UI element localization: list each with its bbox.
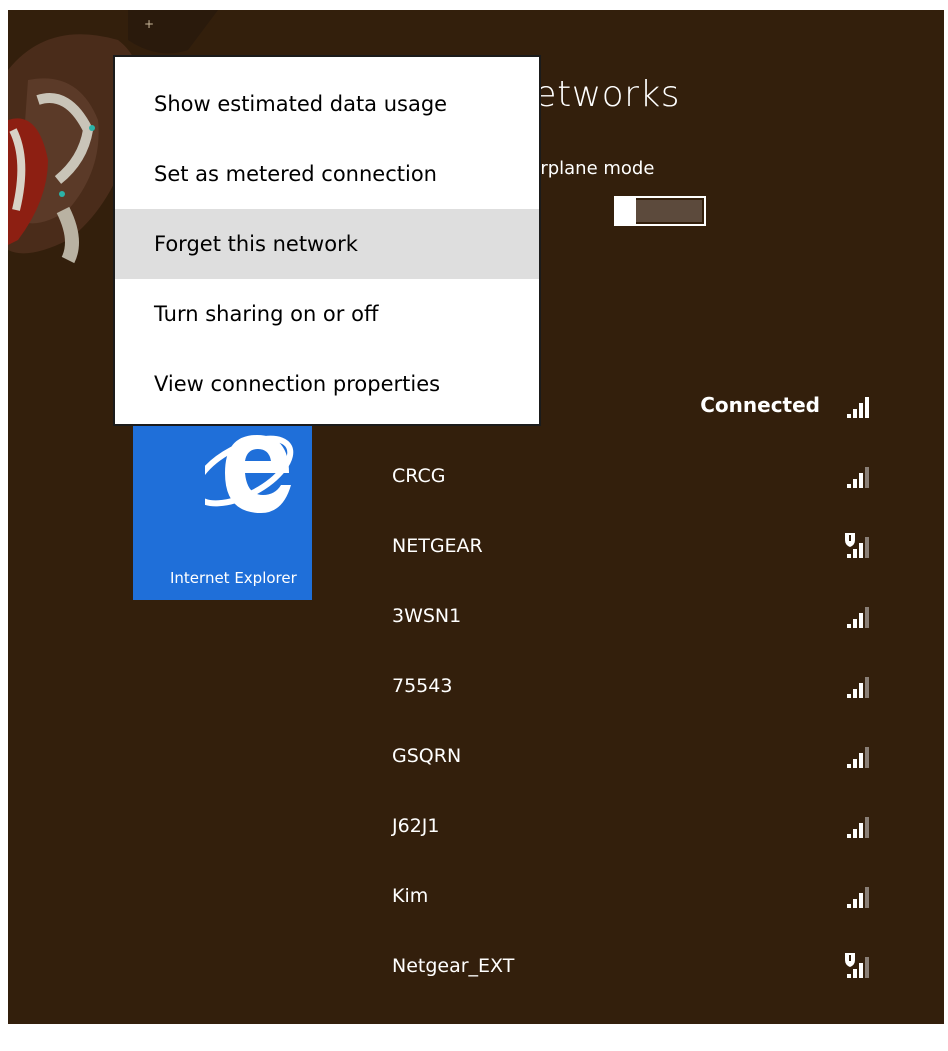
airplane-mode-toggle[interactable] <box>614 196 706 226</box>
wifi-signal-icon <box>847 607 869 628</box>
network-name: NETGEAR <box>392 535 483 557</box>
wifi-signal-icon <box>847 817 869 838</box>
network-name: Kim <box>392 885 429 907</box>
wifi-signal-warning-icon <box>845 533 869 558</box>
network-row[interactable]: Kim <box>312 863 944 933</box>
menu-item-show-data-usage[interactable]: Show estimated data usage <box>115 69 539 139</box>
network-name: Netgear_EXT <box>392 955 515 977</box>
menu-item-set-metered[interactable]: Set as metered connection <box>115 139 539 209</box>
network-row[interactable]: J62J1 <box>312 793 944 863</box>
network-name: GSQRN <box>392 745 462 767</box>
network-context-menu: Show estimated data usage Set as metered… <box>113 55 541 426</box>
wifi-signal-icon <box>847 887 869 908</box>
svg-text:+: + <box>144 17 154 31</box>
toggle-thumb <box>614 196 636 226</box>
network-row[interactable]: NETGEAR <box>312 513 944 583</box>
network-row[interactable]: GSQRN <box>312 723 944 793</box>
network-row[interactable]: 75543 <box>312 653 944 723</box>
tile-label: Internet Explorer <box>170 569 297 587</box>
network-status: Connected <box>700 393 820 417</box>
network-name: J62J1 <box>392 815 440 837</box>
wifi-signal-icon <box>847 747 869 768</box>
internet-explorer-tile[interactable]: Internet Explorer <box>133 415 312 600</box>
wifi-signal-warning-icon <box>845 953 869 978</box>
wifi-signal-icon <box>847 397 869 418</box>
screen: + Internet Explorer Networks Airplane mo… <box>8 10 944 1024</box>
network-name: 75543 <box>392 675 453 697</box>
network-name: 3WSN1 <box>392 605 462 627</box>
internet-explorer-icon <box>205 435 294 513</box>
network-row[interactable]: CRCG <box>312 443 944 513</box>
wifi-signal-icon <box>847 467 869 488</box>
menu-item-sharing[interactable]: Turn sharing on or off <box>115 279 539 349</box>
network-name: CRCG <box>392 465 446 487</box>
airplane-mode-label: Airplane mode <box>523 158 655 179</box>
network-row[interactable]: 3WSN1 <box>312 583 944 653</box>
wifi-signal-icon <box>847 677 869 698</box>
menu-item-connection-properties[interactable]: View connection properties <box>115 349 539 419</box>
network-row[interactable]: Netgear_EXT <box>312 933 944 1003</box>
menu-item-forget-network[interactable]: Forget this network <box>115 209 539 279</box>
